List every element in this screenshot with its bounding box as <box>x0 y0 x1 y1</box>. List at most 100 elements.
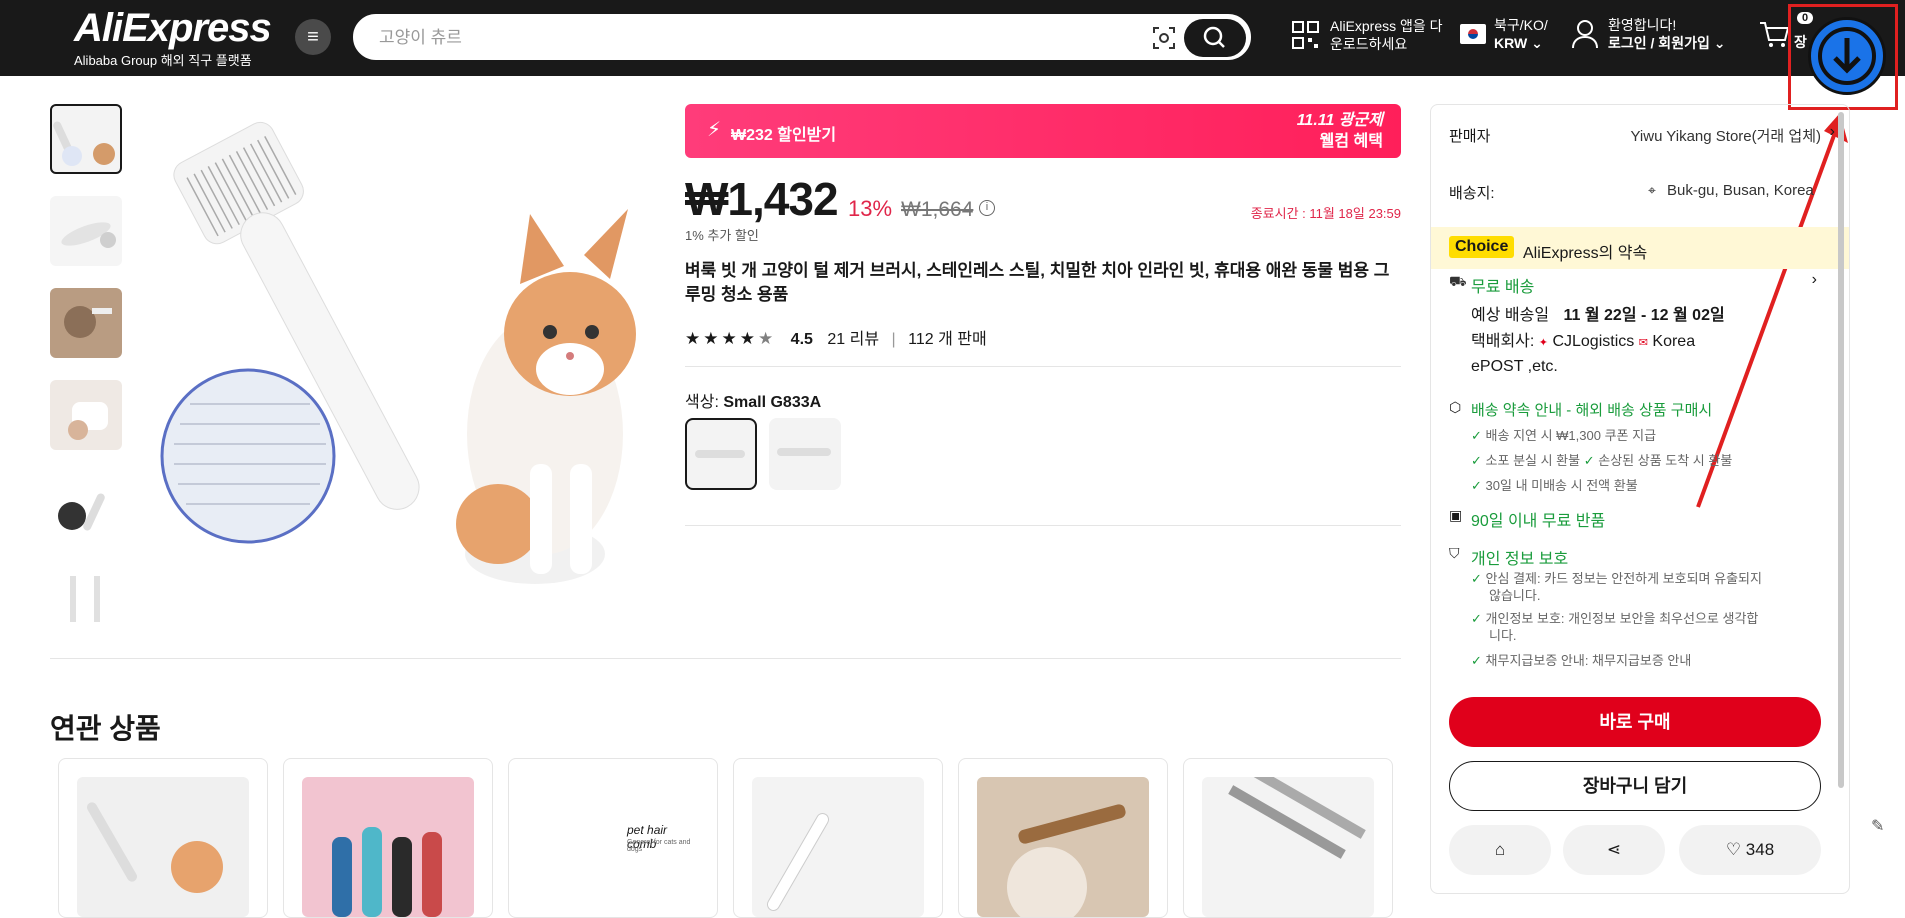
promise-text-3: 30일 내 미배송 시 전액 환불 <box>1485 478 1638 493</box>
seller-name[interactable]: Yiwu Yikang Store(거래 업체) <box>1630 125 1821 146</box>
account-menu[interactable]: 환영합니다! 로그인 / 회원가입 ⌄ <box>1608 16 1725 52</box>
related-card-1[interactable] <box>58 758 268 918</box>
check-icon: ✓ <box>1471 571 1482 586</box>
free-returns[interactable]: 90일 이내 무료 반품 <box>1471 507 1605 531</box>
search-icon <box>1203 26 1225 48</box>
buy-now-button[interactable]: 바로 구매 <box>1449 697 1821 747</box>
store-icon: ⌂ <box>1494 840 1506 859</box>
currency-label: KRW <box>1494 35 1528 51</box>
chevron-right-icon[interactable]: › <box>1830 123 1835 141</box>
privacy-text-1b: 않습니다. <box>1489 588 1541 603</box>
extra-discount: 1% 추가 할인 <box>685 228 759 243</box>
check-icon: ✓ <box>1471 453 1482 468</box>
end-time: 종료시간 : 11월 18일 23:59 <box>1250 206 1401 221</box>
check-icon: ✓ <box>1471 611 1482 626</box>
promise-item-1: ✓ 배송 지연 시 ₩1,300 쿠폰 지급 <box>1471 425 1656 444</box>
arrow-down-icon <box>1818 27 1876 85</box>
product-title: 벼룩 빗 개 고양이 털 제거 브러시, 스테인레스 스틸, 치밀한 치아 인라… <box>685 261 1390 304</box>
estimated-value: 11 월 22일 - 12 월 02일 <box>1563 307 1725 324</box>
edit-pencil-icon[interactable]: ✎ <box>1871 816 1884 836</box>
event-title: 11.11 광군제 <box>1296 112 1383 129</box>
related-card-4[interactable] <box>733 758 943 918</box>
store-button[interactable]: ⌂ <box>1449 825 1551 875</box>
choice-badge: Choice <box>1449 236 1515 258</box>
thumbnail-3[interactable] <box>50 288 122 358</box>
info-icon[interactable]: i <box>979 200 995 216</box>
review-count[interactable]: 21 리뷰 <box>827 331 879 348</box>
carrier-korea: Korea <box>1652 333 1696 350</box>
ship-from-label: 배송지: <box>1449 185 1495 202</box>
epost-logo-icon: ✉ <box>1638 337 1648 349</box>
sold-count: 112 개 판매 <box>908 331 987 348</box>
main-product-image[interactable] <box>150 104 670 624</box>
download-button[interactable] <box>1808 17 1886 95</box>
image-search-icon[interactable] <box>1150 24 1178 52</box>
user-icon[interactable] <box>1571 18 1599 50</box>
thumbnail-6[interactable] <box>50 564 122 634</box>
event-subtitle: 웰컴 혜택 <box>1319 133 1383 150</box>
promise-item-2: ✓ 소포 분실 시 환불 ✓ 손상된 상품 도착 시 환불 <box>1471 450 1732 469</box>
thumbnail-2[interactable] <box>50 196 122 266</box>
login-signup-link[interactable]: 로그인 / 회원가입 <box>1608 35 1710 51</box>
check-icon: ✓ <box>1471 478 1482 493</box>
carrier-label: 택배회사: <box>1471 333 1535 350</box>
estimated-delivery: 예상 배송일 11 월 22일 - 12 월 02일 <box>1471 301 1725 325</box>
carrier-epost: ePOST ,etc. <box>1471 358 1558 375</box>
free-shipping[interactable]: 무료 배송 <box>1471 273 1534 297</box>
search-button[interactable] <box>1184 19 1246 57</box>
related-card-3[interactable]: pet hair comb General for cats and dogs <box>508 758 718 918</box>
privacy-text-3: 채무지급보증 안내: 채무지급보증 안내 <box>1485 653 1692 668</box>
add-to-cart-button[interactable]: 장바구니 담기 <box>1449 761 1821 811</box>
panel-scrollbar[interactable] <box>1838 112 1844 788</box>
estimated-label: 예상 배송일 <box>1471 307 1550 324</box>
check-icon: ✓ <box>1471 653 1482 668</box>
region-selector[interactable]: 북구/KO/ KRW ⌄ <box>1494 16 1548 52</box>
search-bar <box>353 14 1251 60</box>
sku-option-2[interactable] <box>769 418 841 490</box>
app-line-2: 운로드하세요 <box>1330 36 1408 52</box>
star-rating-icon: ★★★★★ <box>685 329 777 348</box>
thumbnail-5[interactable] <box>50 472 122 542</box>
related-card-2[interactable] <box>283 758 493 918</box>
logo-text: AliExpress <box>74 6 272 50</box>
aliexpress-logo[interactable]: AliExpress Alibaba Group 해외 직구 플랫폼 <box>74 6 272 69</box>
color-label: 색상: <box>685 394 719 411</box>
thumbnail-4[interactable] <box>50 380 122 450</box>
privacy-title[interactable]: 개인 정보 보호 <box>1471 545 1568 569</box>
welcome-text: 환영합니다! <box>1608 17 1677 33</box>
privacy-text-1a: 안심 결제: 카드 정보는 안전하게 보호되며 유출되지 <box>1485 571 1762 586</box>
download-app-link[interactable]: AliExpress 앱을 다 운로드하세요 <box>1330 17 1443 53</box>
share-button[interactable]: ⋖ <box>1563 825 1665 875</box>
korea-flag-icon <box>1460 24 1486 44</box>
privacy-text-2b: 니다. <box>1489 628 1517 643</box>
qr-code-icon[interactable] <box>1292 20 1320 52</box>
search-input[interactable] <box>379 24 1139 52</box>
cart-icon[interactable] <box>1758 20 1790 50</box>
current-price: ₩1,432 <box>685 173 839 225</box>
delivery-promise-title[interactable]: 배송 약속 안내 - 해외 배송 상품 구매시 <box>1471 399 1712 420</box>
promo-banner[interactable]: ⚡ ₩232 할인받기 11.11 광군제 웰컴 혜택 <box>685 104 1401 158</box>
store-return-icon: ▣ <box>1449 507 1463 523</box>
seller-label: 판매자 <box>1449 128 1491 145</box>
sku-option-1[interactable] <box>685 418 757 490</box>
choice-banner: Choice AliExpress의 약속 <box>1431 227 1849 269</box>
choice-text: AliExpress의 약속 <box>1523 245 1648 262</box>
divider <box>50 658 1401 659</box>
privacy-item-2: ✓ 개인정보 보호: 개인정보 보안을 최우선으로 생각합 니다. <box>1471 610 1758 644</box>
related-card-6[interactable] <box>1183 758 1393 918</box>
truck-icon: ⛟ <box>1449 273 1467 289</box>
chevron-right-icon[interactable]: › <box>1812 271 1817 289</box>
purchase-panel: 판매자 Yiwu Yikang Store(거래 업체) › 배송지: ⌖ Bu… <box>1430 104 1850 894</box>
carrier-info: 택배회사: ✦ CJLogistics ✉ Korea ePOST ,etc. <box>1471 330 1811 378</box>
app-line-1: AliExpress 앱을 다 <box>1330 18 1443 34</box>
promise-text-2b: 손상된 상품 도착 시 환불 <box>1598 453 1733 468</box>
related-card-5[interactable] <box>958 758 1168 918</box>
original-price: ₩1,664 <box>901 198 974 221</box>
thumbnail-1[interactable] <box>50 104 122 174</box>
region-line-1: 북구/KO/ <box>1494 17 1548 33</box>
category-menu-button[interactable]: ≡ <box>295 19 331 55</box>
wishlist-button[interactable]: ♡ 348 <box>1679 825 1821 875</box>
rating-row[interactable]: ★★★★★ 4.5 21 리뷰 | 112 개 판매 <box>685 325 987 349</box>
promise-text-1: 배송 지연 시 ₩1,300 쿠폰 지급 <box>1485 428 1657 443</box>
coupon-text: ₩232 할인받기 <box>731 127 837 144</box>
